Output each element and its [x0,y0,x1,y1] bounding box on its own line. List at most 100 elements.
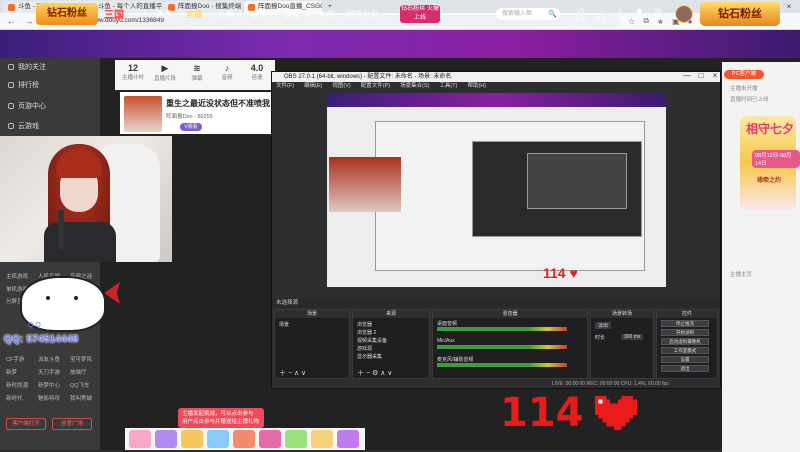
history-icon[interactable]: ◷ 历史 [572,7,590,23]
panel-header: 场景 [275,310,349,318]
sidebar-link[interactable]: 宝可梦风 [70,355,92,363]
sidebar-link[interactable]: 我叫秀城 [70,394,92,402]
site-logo[interactable]: 钻石粉丝 [36,3,98,25]
source-item[interactable]: 浏览器 2 [357,329,376,336]
sidebar-link[interactable]: CF手游 [6,355,24,363]
sidebar-link[interactable]: 主机游戏 [6,272,28,280]
transition-select[interactable]: 淡出 [595,322,612,329]
nav-home[interactable]: 首页 [156,9,172,20]
source-controls[interactable]: ＋ − ⚙ ∧ ∨ [357,368,392,378]
menu-tools[interactable]: 工具(T) [439,82,457,91]
source-item[interactable]: 游戏源 [357,345,372,352]
message-icon[interactable]: ✉ 私信 [649,7,667,23]
back-icon[interactable]: ← [6,16,16,26]
sidebar-link[interactable]: 新时代 [6,394,23,402]
panel-header: 场景转场 [591,310,653,318]
sidebar-item-webgames[interactable]: 页游中心 [8,101,46,111]
nav-video[interactable]: 视频 [250,9,266,20]
header-promo[interactable]: 钻石粉丝 火爆上线 [400,5,440,23]
sidebar-link[interactable]: QQ飞车 [70,381,90,389]
nav-category[interactable]: 分类 [217,9,233,20]
sidebar-item-cloudgame[interactable]: 云游戏 [8,121,39,131]
close-window-button[interactable]: × [778,0,800,13]
pc-client-button[interactable]: PC客户端 [724,70,764,79]
forward-icon[interactable]: → [24,16,34,26]
sidebar-link[interactable]: 新梦 [6,368,17,376]
menu-edit[interactable]: 编辑(E) [304,82,322,91]
gift-item[interactable] [337,430,359,448]
open-client-button[interactable]: 客户端打开 [6,418,46,430]
gift-item[interactable] [233,430,255,448]
qq-number: QQ: 574514448 [4,334,79,345]
gift-item[interactable] [155,430,177,448]
virtual-camera-button[interactable]: 启动虚拟摄像机 [661,338,709,345]
watch-tag[interactable]: V观看 [180,123,202,131]
gift-item[interactable] [129,430,151,448]
right-panel-line[interactable]: 主播主页 [730,270,752,278]
tab-favicon-icon [8,3,15,11]
menu-help[interactable]: 帮助(H) [467,82,486,91]
panel-header: 来源 [353,310,429,318]
stat-item[interactable]: 4.0 倍速 [243,63,271,81]
streamer-bangs [56,150,102,178]
stat-item[interactable]: ≋ 弹幕 [183,63,211,82]
creative-square-button[interactable]: 创意广场 [52,418,92,430]
sidebar-item-following[interactable]: 我的关注 [8,62,46,72]
follow-icon[interactable]: ♡ 关注 [592,7,610,23]
source-item[interactable]: 显示器采集 [357,353,382,360]
source-item[interactable]: 视频采集设备 [357,337,387,344]
obs-title-bar[interactable]: OBS 27.0.1 (64-bit, windows) - 配置文件: 未命名… [272,72,720,82]
stop-streaming-button[interactable]: 停止推流 [661,320,709,327]
sidebar-link[interactable]: 新时尚潮 [6,381,28,389]
broadcast-icon[interactable]: ◉ 开播 [630,7,648,23]
scene-item[interactable]: 场景 [279,321,289,328]
mixer-track-label: Mic/Aux [437,338,455,344]
search-icon[interactable]: 🔍 [548,10,557,18]
anchor-name[interactable]: 阵面报Doo · 80255 [166,112,213,120]
scene-controls[interactable]: ＋ − ∧ ∨ [279,368,306,378]
menu-profile[interactable]: 配置文件(P) [361,82,390,91]
preview-counter: 114 ♥ [543,265,578,281]
user-avatar[interactable] [675,5,693,23]
duration-input[interactable]: 300 ms [621,334,644,340]
exit-button[interactable]: 退出 [661,365,709,372]
obs-sources-panel: 来源 浏览器 浏览器 2 视频采集设备 游戏源 显示器采集 ＋ − ⚙ ∧ ∨ [352,309,430,379]
obs-window[interactable]: OBS 27.0.1 (64-bit, windows) - 配置文件: 未命名… [271,71,721,389]
challenge-tip[interactable]: 主播发起挑战，可以点击参与 用户点击参与并赠送给主播礼物 [178,408,264,428]
stat-item[interactable]: ▶ 直播片段 [151,63,179,82]
settings-button[interactable]: 设置 [661,356,709,363]
webcam-overlay [0,136,172,262]
anchor-avatar[interactable] [124,96,162,132]
obs-scenes-panel: 场景 场景 ＋ − ∧ ∨ [274,309,350,379]
nav-games[interactable]: 游戏 [284,9,300,20]
nav-event[interactable]: 相守七夕 [346,9,378,20]
gift-item[interactable] [259,430,281,448]
sidebar-link[interactable]: 魅影特攻 [38,394,60,402]
game-badge[interactable]: 三国 [104,6,124,21]
gift-item[interactable] [285,430,307,448]
sidebar-item-ranking[interactable]: 排行榜 [8,80,39,90]
start-recording-button[interactable]: 开始录制 [661,329,709,336]
studio-mode-button[interactable]: 工作室模式 [661,347,709,354]
menu-scene-collection[interactable]: 场景集合(S) [400,82,429,91]
cloud-icon [8,123,14,129]
stat-item[interactable]: 12 主播计时 [119,63,147,81]
sidebar-link[interactable]: 放映厅 [70,368,87,376]
menu-view[interactable]: 视图(V) [332,82,350,91]
gift-item[interactable] [181,430,203,448]
download-icon[interactable]: ⇩ 下载 [611,7,629,23]
mixer-track-label: 桌面音频 [437,321,458,327]
sidebar-link[interactable]: 新梦中心 [38,381,60,389]
menu-file[interactable]: 文件(F) [276,82,294,91]
nav-yuba[interactable]: 鱼吧 [318,9,334,20]
sidebar-link[interactable]: 派友斗鱼 [38,355,60,363]
gift-item[interactable] [207,430,229,448]
sidebar-link[interactable]: 天刀手游 [38,368,60,376]
nav-live[interactable]: 直播 [186,9,202,20]
header-brand-badge[interactable]: 钻石粉丝 [700,2,780,26]
stat-item[interactable]: ♪ 音频 [213,63,241,81]
gift-item[interactable] [311,430,333,448]
obs-preview[interactable]: 114 ♥ [327,93,666,287]
obs-mixer-panel: 混音器 桌面音频 Mic/Aux 麦克风/辅助音频 [432,309,588,379]
source-item[interactable]: 浏览器 [357,321,372,328]
